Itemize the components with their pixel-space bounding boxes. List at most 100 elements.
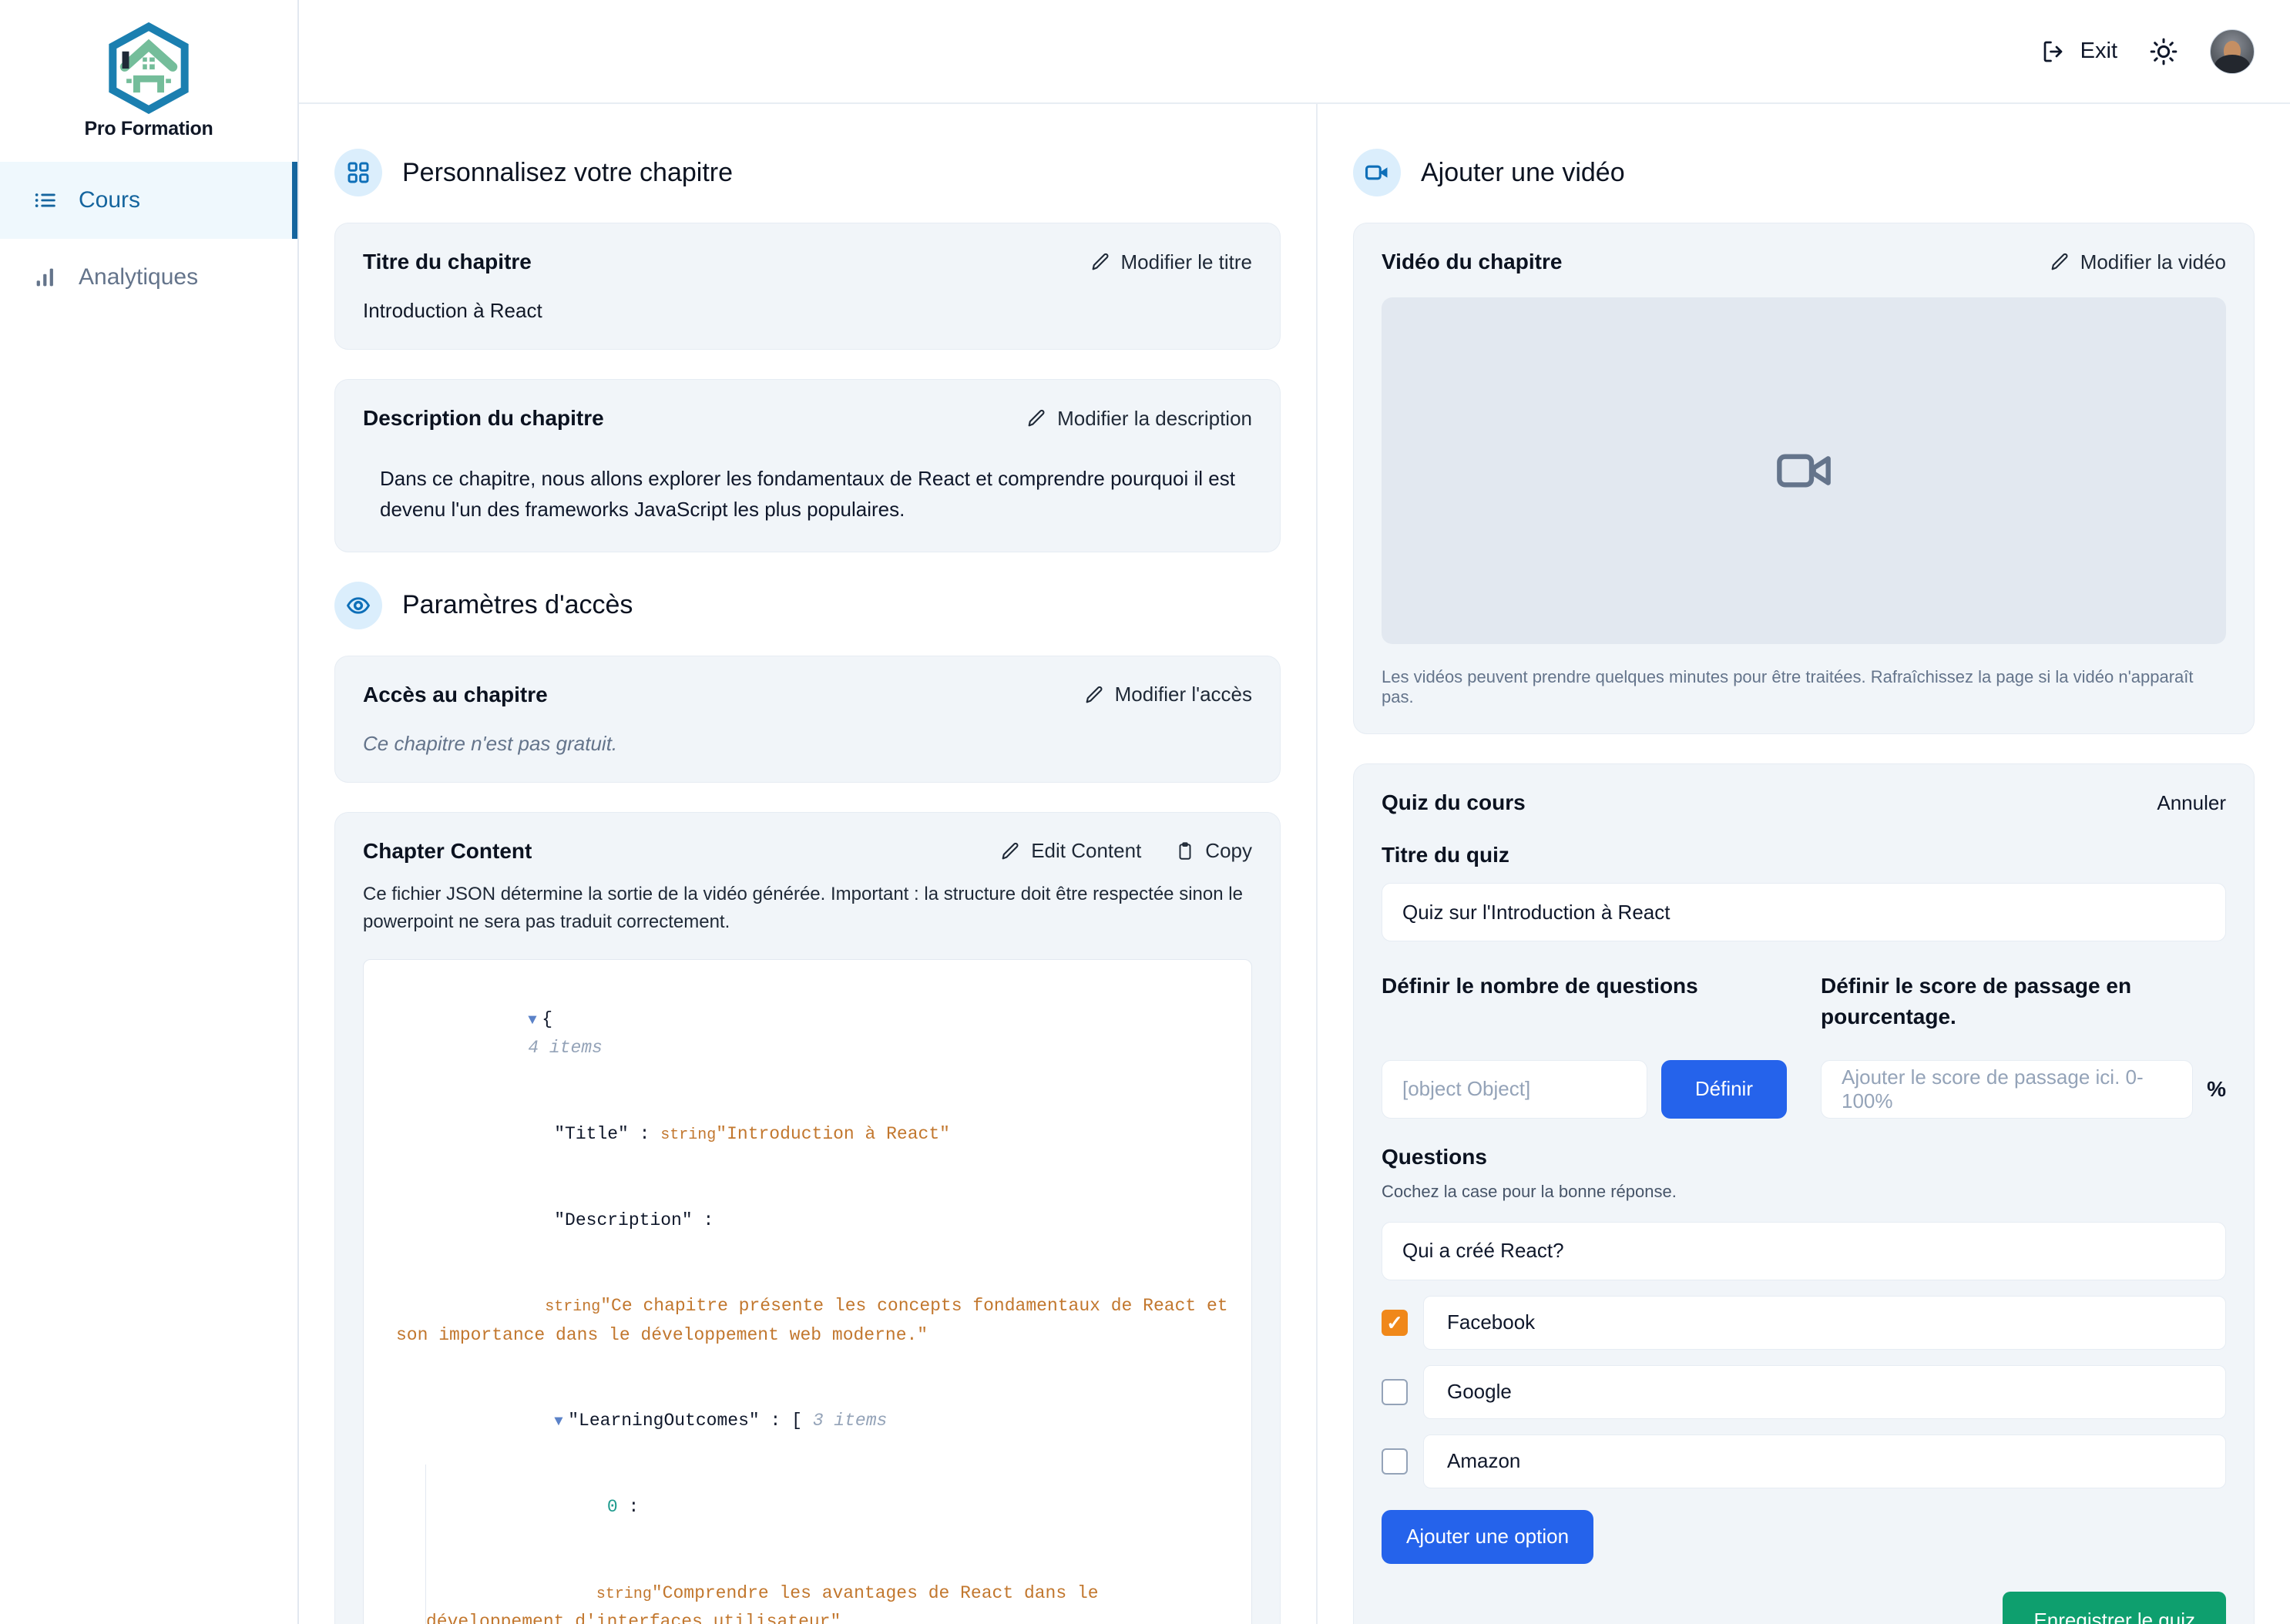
exit-button[interactable]: Exit — [2040, 38, 2117, 65]
json-outcome-index: 0 — [607, 1497, 618, 1517]
option-input[interactable]: Amazon — [1423, 1434, 2226, 1488]
sidebar-item-cours[interactable]: Cours — [0, 162, 297, 239]
sidebar: Pro Formation Cours — [0, 0, 299, 1624]
edit-title-label: Modifier le titre — [1121, 250, 1253, 274]
json-outcome-value: "Comprendre les avantages de React dans … — [426, 1583, 1109, 1624]
sidebar-item-analytiques[interactable]: Analytiques — [0, 239, 297, 316]
edit-video-button[interactable]: Modifier la vidéo — [2049, 250, 2226, 274]
json-description-key-row: "Description" : — [379, 1177, 1236, 1263]
chapter-title-label: Titre du chapitre — [363, 250, 532, 274]
edit-video-label: Modifier la vidéo — [2080, 250, 2226, 274]
json-outcomes-meta: 3 items — [813, 1411, 888, 1431]
house-hexagon-logo-icon — [106, 22, 192, 115]
pencil-icon — [1026, 408, 1047, 429]
quiz-option-row: Facebook — [1382, 1296, 2226, 1350]
quiz-title-input[interactable]: Quiz sur l'Introduction à React — [1382, 883, 2226, 941]
page-title: Personnalisez votre chapitre — [402, 158, 733, 188]
json-description-type: string — [545, 1298, 600, 1316]
chapter-access-label: Accès au chapitre — [363, 683, 548, 707]
add-option-button[interactable]: Ajouter une option — [1382, 1510, 1593, 1564]
clipboard-icon — [1175, 841, 1195, 861]
video-camera-icon — [1773, 440, 1835, 502]
app-root: Pro Formation Cours — [0, 0, 2290, 1624]
json-outcomes-row: ▼"LearningOutcomes" : [ 3 items — [379, 1378, 1236, 1465]
edit-description-button[interactable]: Modifier la description — [1026, 407, 1252, 431]
exit-label: Exit — [2080, 39, 2117, 64]
quiz-title-heading: Quiz du cours — [1382, 790, 1526, 815]
sun-icon — [2148, 36, 2179, 67]
chapter-video-label: Vidéo du chapitre — [1382, 250, 1562, 274]
pencil-icon — [2049, 251, 2070, 273]
passing-score-label: Définir le score de passage en pourcenta… — [1821, 971, 2226, 1032]
quiz-option-row: Amazon — [1382, 1434, 2226, 1488]
edit-content-button[interactable]: Edit Content — [999, 839, 1141, 863]
chapter-content-label: Chapter Content — [363, 839, 532, 864]
chapter-content-note: Ce fichier JSON détermine la sortie de l… — [363, 881, 1252, 936]
json-title-key: "Title" — [554, 1124, 629, 1144]
json-toggle-outcomes[interactable]: ▼ — [554, 1410, 568, 1434]
section-video-title: Ajouter une vidéo — [1421, 158, 1625, 188]
edit-access-button[interactable]: Modifier l'accès — [1083, 683, 1252, 706]
question-text-input[interactable]: Qui a créé React? — [1382, 1222, 2226, 1280]
chapter-access-value: Ce chapitre n'est pas gratuit. — [363, 732, 1252, 756]
option-input[interactable]: Facebook — [1423, 1296, 2226, 1350]
question-count-label: Définir le nombre de questions — [1382, 971, 1787, 1002]
main-area: Exit — [299, 0, 2290, 1624]
json-viewer[interactable]: ▼{ 4 items "Title" : string"Introduction… — [363, 959, 1252, 1624]
option-checkbox[interactable] — [1382, 1379, 1408, 1405]
brand-logo: Pro Formation — [0, 0, 297, 162]
theme-toggle-button[interactable] — [2148, 36, 2179, 67]
avatar[interactable] — [2210, 29, 2255, 74]
edit-title-button[interactable]: Modifier le titre — [1090, 250, 1253, 274]
json-outcome-index-row: 0 : — [426, 1465, 1236, 1551]
json-root-meta: 4 items — [528, 1038, 603, 1058]
question-count-input[interactable]: [object Object] — [1382, 1060, 1647, 1119]
right-column: Ajouter une vidéo Vidéo du chapitre Modi… — [1318, 104, 2290, 1624]
section-video-header: Ajouter une vidéo — [1353, 149, 2255, 196]
option-input[interactable]: Google — [1423, 1365, 2226, 1419]
video-placeholder[interactable] — [1382, 297, 2226, 644]
section-access-title: Paramètres d'accès — [402, 590, 633, 620]
json-description-value-row: string"Ce chapitre présente les concepts… — [379, 1263, 1236, 1378]
chapter-title-card: Titre du chapitre Modifier le titre Intr… — [334, 223, 1281, 350]
chapter-description-label: Description du chapitre — [363, 406, 604, 431]
cancel-quiz-button[interactable]: Annuler — [2157, 791, 2226, 815]
bar-chart-icon — [32, 264, 59, 290]
section-customize-header: Personnalisez votre chapitre — [334, 149, 1281, 196]
left-column: Personnalisez votre chapitre Titre du ch… — [299, 104, 1318, 1624]
json-outcomes-key: "LearningOutcomes" — [568, 1411, 759, 1431]
passing-score-input[interactable]: Ajouter le score de passage ici. 0-100% — [1821, 1060, 2193, 1119]
option-checkbox[interactable] — [1382, 1310, 1408, 1336]
json-outcome-value-row: string"Comprendre les avantages de React… — [426, 1551, 1236, 1624]
edit-description-label: Modifier la description — [1057, 407, 1252, 431]
list-icon — [32, 187, 59, 213]
questions-hint: Cochez la case pour la bonne réponse. — [1382, 1182, 2226, 1202]
content-columns: Personnalisez votre chapitre Titre du ch… — [299, 104, 2290, 1624]
json-toggle-root[interactable]: ▼ — [528, 1008, 542, 1032]
quiz-title-label: Titre du quiz — [1382, 843, 2226, 867]
video-processing-note: Les vidéos peuvent prendre quelques minu… — [1382, 667, 2226, 707]
sidebar-item-label: Analytiques — [79, 264, 198, 290]
brand-name: Pro Formation — [85, 118, 213, 140]
copy-content-label: Copy — [1205, 839, 1252, 863]
logout-icon — [2040, 38, 2068, 65]
copy-content-button[interactable]: Copy — [1175, 839, 1252, 863]
edit-content-label: Edit Content — [1031, 839, 1141, 863]
chapter-description-value: Dans ce chapitre, nous allons explorer l… — [363, 463, 1252, 525]
chapter-description-card: Description du chapitre Modifier la desc… — [334, 379, 1281, 552]
chapter-video-card: Vidéo du chapitre Modifier la vidéo — [1353, 223, 2255, 734]
eye-icon — [334, 582, 382, 629]
pencil-icon — [1083, 684, 1105, 706]
pencil-icon — [1090, 251, 1111, 273]
chapter-content-card: Chapter Content Edit Content — [334, 812, 1281, 1624]
json-title-row: "Title" : string"Introduction à React" — [379, 1092, 1236, 1178]
edit-access-label: Modifier l'accès — [1115, 683, 1252, 706]
json-description-key: "Description" — [554, 1210, 692, 1230]
define-button[interactable]: Définir — [1661, 1060, 1787, 1119]
chapter-access-card: Accès au chapitre Modifier l'accès Ce ch… — [334, 656, 1281, 783]
json-root-row: ▼{ 4 items — [379, 977, 1236, 1092]
json-title-value: "Introduction à React" — [716, 1124, 950, 1144]
json-description-value: "Ce chapitre présente les concepts fonda… — [396, 1296, 1238, 1344]
save-quiz-button[interactable]: Enregistrer le quiz — [2003, 1592, 2226, 1624]
option-checkbox[interactable] — [1382, 1448, 1408, 1475]
